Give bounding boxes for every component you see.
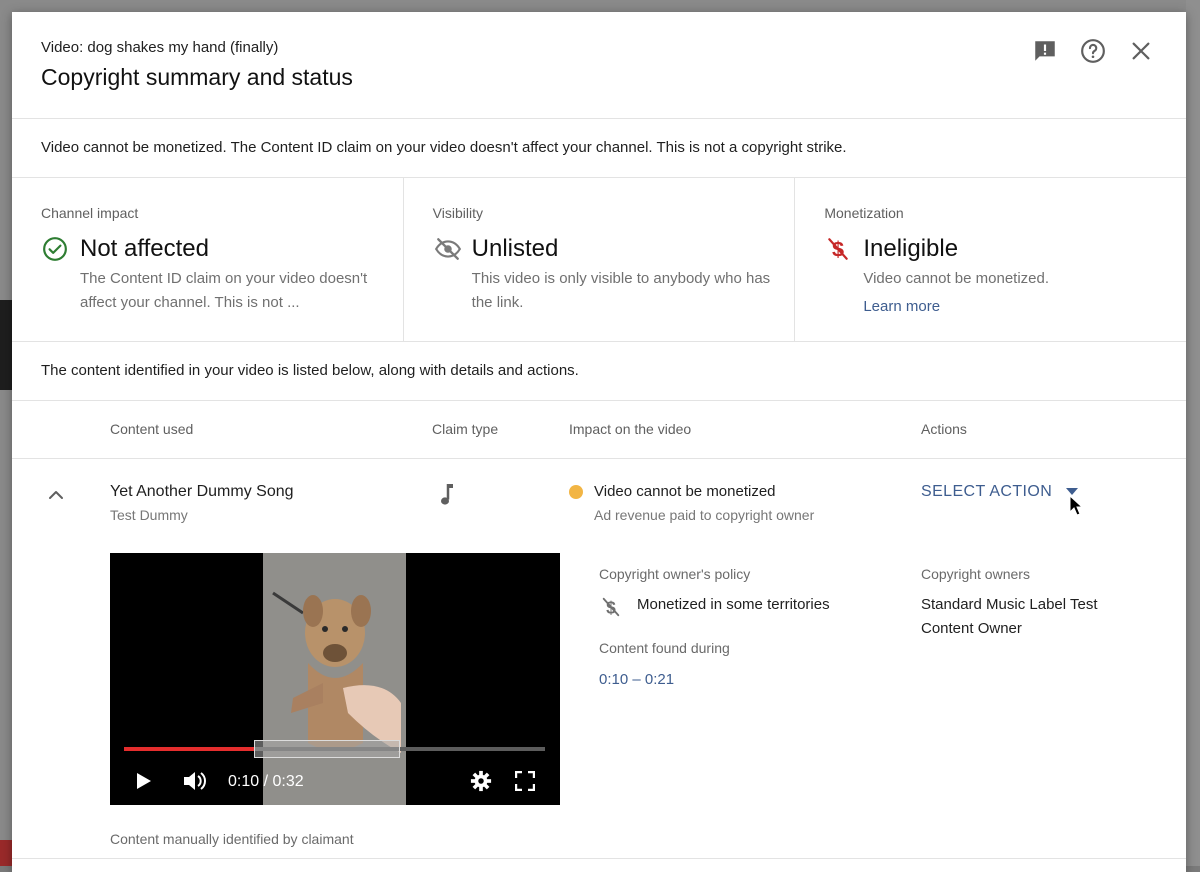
claims-table-header: Content used Claim type Impact on the vi… [12, 401, 1186, 459]
no-dollar-icon: $ [825, 236, 851, 262]
fullscreen-icon[interactable] [512, 763, 538, 799]
content-artist: Test Dummy [110, 507, 188, 523]
feedback-icon[interactable] [1032, 38, 1058, 64]
owners-value: Standard Music Label Test Content Owner [921, 596, 1098, 637]
identification-note: Content manually identified by claimant [110, 831, 354, 847]
content-title: Yet Another Dummy Song [110, 483, 294, 500]
visibility-description: This video is only visible to anybody wh… [471, 270, 771, 311]
content-intro: The content identified in your video is … [12, 342, 1186, 401]
found-range-link[interactable]: 0:10 – 0:21 [599, 671, 674, 688]
copyright-dialog: Video: dog shakes my hand (finally) Copy… [12, 12, 1186, 872]
channel-impact-label: Channel impact [41, 205, 139, 221]
monetization-label: Monetization [824, 205, 904, 221]
video-progress-fill [124, 747, 255, 751]
claim-row: Yet Another Dummy Song Test Dummy Video … [12, 459, 1186, 859]
visibility-value: Unlisted [471, 235, 559, 262]
close-icon[interactable] [1128, 38, 1154, 64]
monetization-panel: Monetization $ Ineligible Video cannot b… [794, 178, 1186, 341]
chevron-up-icon[interactable] [44, 483, 68, 507]
mouse-cursor-icon [1069, 494, 1084, 517]
dialog-title: Copyright summary and status [41, 64, 353, 90]
found-label: Content found during [599, 640, 730, 656]
video-time: 0:10 / 0:32 [228, 773, 304, 790]
help-icon[interactable] [1080, 38, 1106, 64]
channel-impact-description: The Content ID claim on your video doesn… [80, 270, 368, 311]
policy-label: Copyright owner's policy [599, 566, 751, 582]
video-frame [263, 553, 406, 805]
claim-notice-text: Video cannot be monetized. The Content I… [41, 139, 847, 156]
header-content-used: Content used [110, 421, 194, 437]
content-intro-text: The content identified in your video is … [41, 362, 579, 379]
header-actions [1032, 38, 1154, 64]
impact-summary-text: Video cannot be monetized [594, 483, 776, 500]
dialog-header: Video: dog shakes my hand (finally) Copy… [12, 12, 1186, 119]
background-scroll-edge [1186, 0, 1200, 866]
no-dollar-icon: $ [600, 596, 622, 618]
channel-impact-panel: Channel impact Not affected The Content … [12, 178, 403, 341]
video-player[interactable]: 0:10 / 0:32 [110, 553, 560, 805]
row-divider [12, 858, 1186, 859]
visibility-label: Visibility [432, 205, 483, 221]
header-impact: Impact on the video [569, 421, 692, 437]
background-accent [0, 840, 12, 866]
background-thumbnail [0, 300, 12, 390]
header-claim-type: Claim type [432, 421, 499, 437]
owners-label: Copyright owners [921, 566, 1030, 582]
learn-more-link[interactable]: Learn more [863, 298, 940, 315]
claim-range-marker [254, 740, 400, 758]
select-action-dropdown[interactable]: SELECT ACTION [921, 483, 1079, 501]
check-circle-icon [42, 236, 68, 262]
impact-detail-text: Ad revenue paid to copyright owner [594, 507, 815, 523]
monetization-description: Video cannot be monetized. [863, 270, 1050, 287]
select-action-label: SELECT ACTION [921, 483, 1053, 500]
play-icon[interactable] [132, 763, 156, 799]
settings-gear-icon[interactable] [468, 763, 494, 799]
visibility-panel: Visibility Unlisted This video is only v… [402, 178, 795, 341]
volume-icon[interactable] [180, 763, 210, 799]
music-note-icon [436, 481, 460, 509]
policy-value: Monetized in some territories [637, 596, 830, 613]
eye-off-icon [434, 236, 461, 262]
claim-notice: Video cannot be monetized. The Content I… [12, 119, 1186, 178]
channel-impact-value: Not affected [80, 235, 209, 262]
header-actions: Actions [921, 421, 967, 437]
impact-status-dot [569, 485, 583, 499]
impact-summary: Channel impact Not affected The Content … [12, 178, 1186, 342]
monetization-value: Ineligible [863, 235, 959, 262]
video-title: Video: dog shakes my hand (finally) [41, 39, 279, 56]
